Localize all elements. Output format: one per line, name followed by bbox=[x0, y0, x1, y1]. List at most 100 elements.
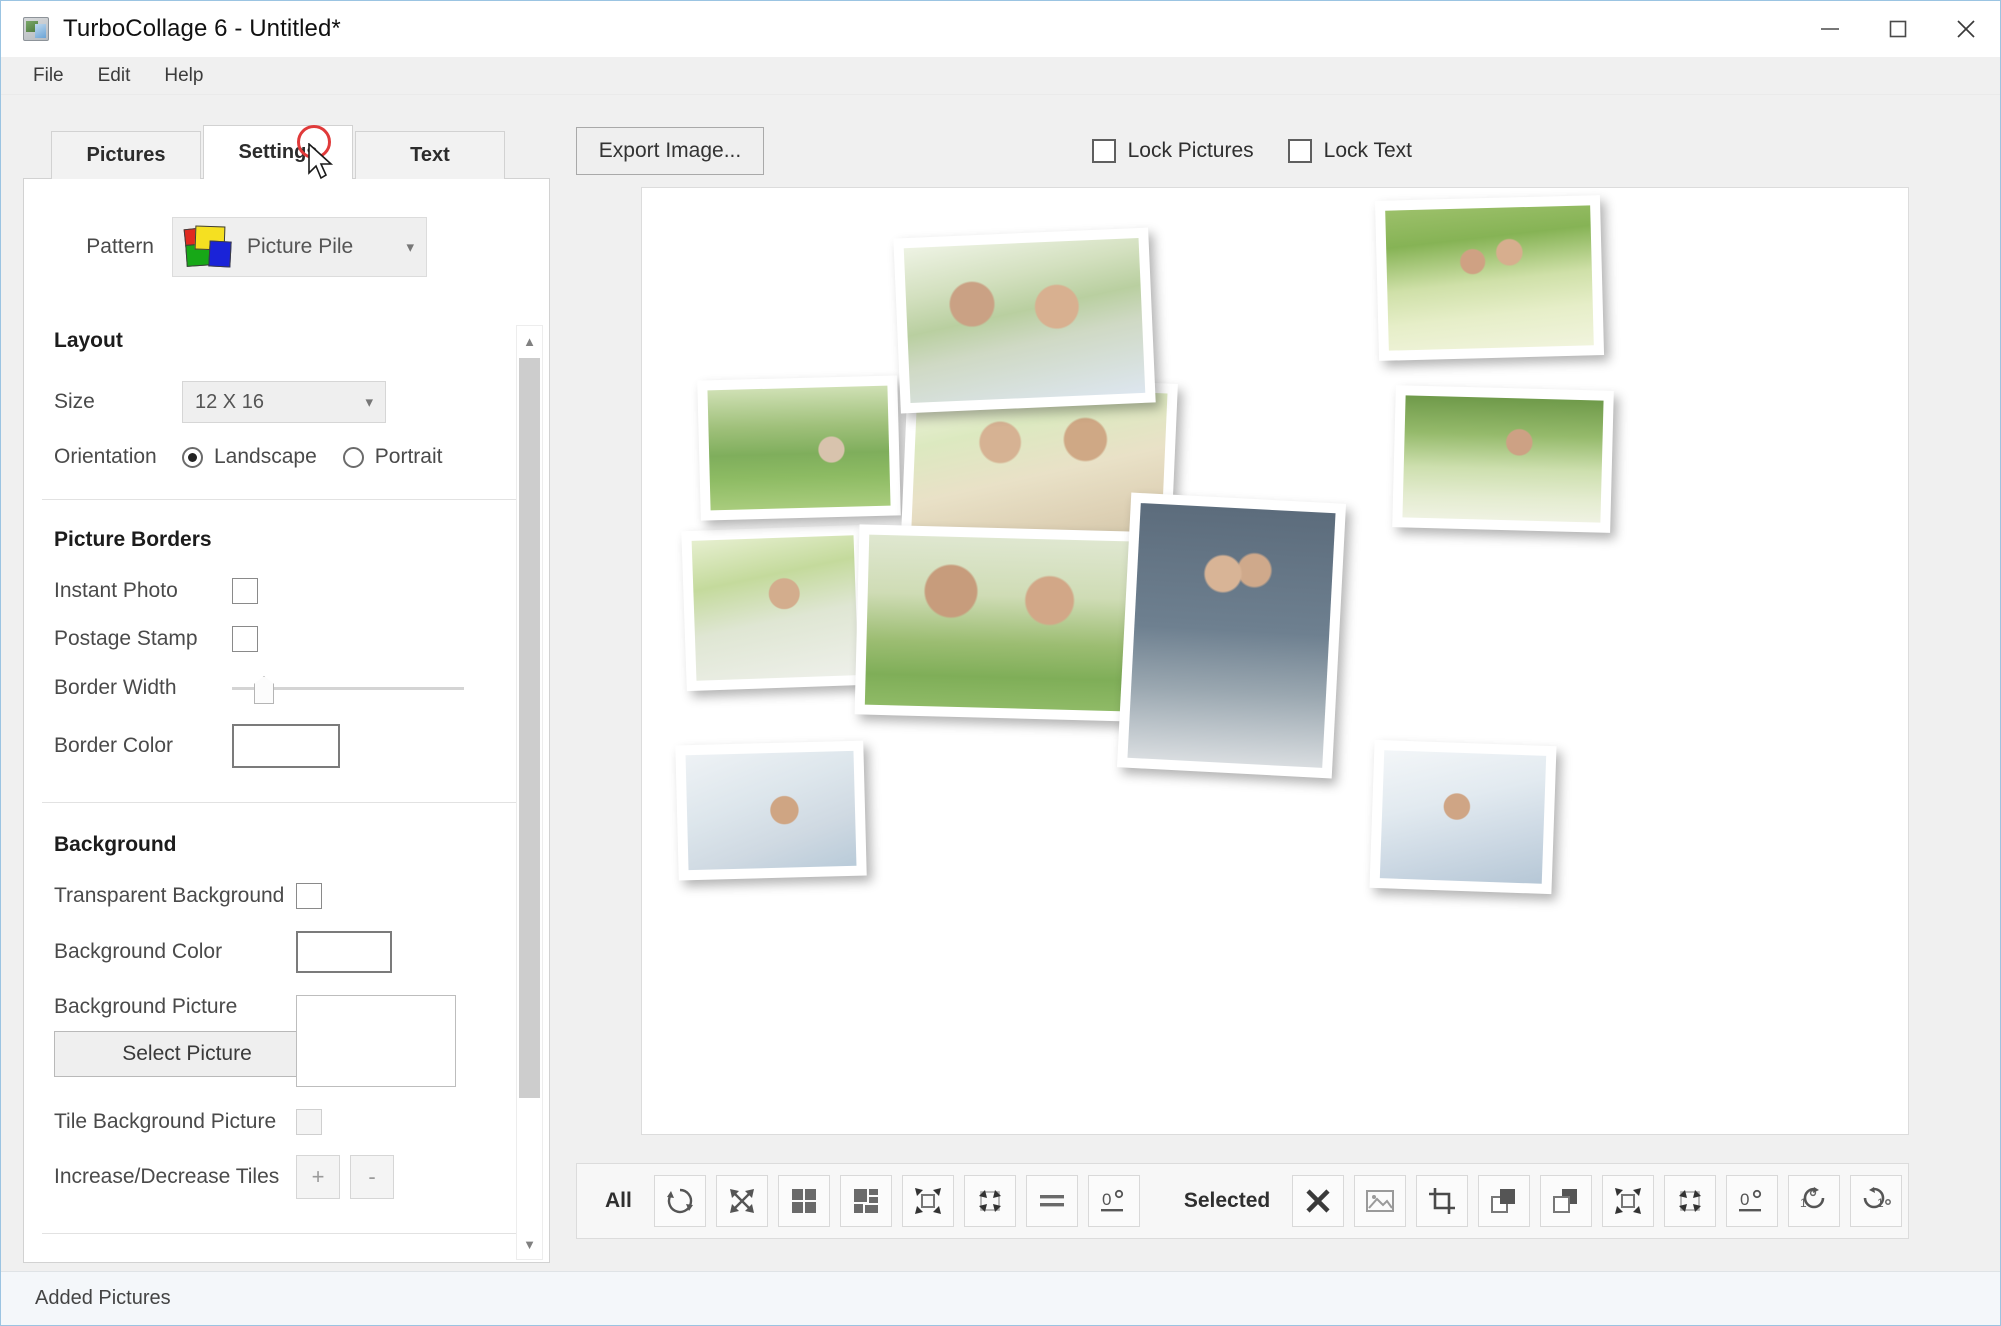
postage-stamp-checkbox[interactable] bbox=[232, 626, 258, 652]
expand-out-icon[interactable] bbox=[1602, 1175, 1655, 1227]
divider-background bbox=[42, 1233, 531, 1234]
left-panel: Pictures Settings Text Pattern Picture P… bbox=[23, 125, 550, 1263]
lock-text-checkbox[interactable] bbox=[1287, 139, 1312, 163]
crop-icon[interactable] bbox=[1416, 1175, 1469, 1227]
tile-background-label: Tile Background Picture bbox=[54, 1110, 277, 1133]
background-section-title: Background bbox=[54, 833, 177, 856]
photo-image bbox=[1402, 395, 1604, 523]
orientation-portrait-label: Portrait bbox=[374, 445, 443, 468]
pattern-select[interactable]: Picture Pile ▾ bbox=[172, 217, 427, 277]
pattern-value: Picture Pile bbox=[247, 235, 354, 258]
svg-text:0: 0 bbox=[1740, 1190, 1749, 1209]
scrollbar-thumb[interactable] bbox=[519, 358, 540, 1098]
background-color-label: Background Color bbox=[54, 940, 223, 963]
collapse-in-icon[interactable] bbox=[1664, 1175, 1717, 1227]
postage-stamp-row: Postage Stamp bbox=[24, 626, 549, 652]
collage-photo[interactable] bbox=[681, 524, 869, 692]
background-picture-row: Background Picture Select Picture bbox=[24, 995, 549, 1087]
instant-photo-checkbox[interactable] bbox=[232, 578, 258, 604]
tab-text[interactable]: Text bbox=[355, 131, 505, 179]
tiles-count-row: Increase/Decrease Tiles + - bbox=[24, 1155, 549, 1199]
collage-photo[interactable] bbox=[1369, 739, 1557, 895]
border-color-label: Border Color bbox=[54, 734, 174, 757]
photo-image bbox=[1379, 750, 1547, 884]
all-group-label: All bbox=[605, 1189, 632, 1212]
collage-photo[interactable] bbox=[893, 227, 1156, 414]
status-text: Added Pictures bbox=[35, 1287, 171, 1309]
select-picture-button[interactable]: Select Picture bbox=[54, 1031, 320, 1077]
lock-pictures-option[interactable]: Lock Pictures bbox=[1091, 139, 1254, 163]
decrease-tiles-button[interactable]: - bbox=[350, 1155, 394, 1199]
collapse-in-icon[interactable] bbox=[963, 1175, 1016, 1227]
orientation-row: Orientation Landscape Portrait bbox=[24, 445, 549, 469]
divider-borders bbox=[42, 802, 531, 803]
collage-photo[interactable] bbox=[1116, 492, 1347, 779]
rotate-zero-icon[interactable]: 0 bbox=[1726, 1175, 1779, 1227]
svg-text:0: 0 bbox=[1102, 1190, 1111, 1209]
top-toolbar: Export Image... Lock Pictures Lock Text bbox=[576, 123, 1972, 179]
lock-options: Lock Pictures Lock Text bbox=[1091, 139, 1412, 163]
grid-equal-icon[interactable] bbox=[777, 1175, 830, 1227]
bring-to-front-icon[interactable] bbox=[1478, 1175, 1531, 1227]
turbocollage-window: TurboCollage 6 - Untitled* File Edit Hel… bbox=[0, 0, 2001, 1326]
equal-lines-icon[interactable] bbox=[1025, 1175, 1078, 1227]
collage-photo[interactable] bbox=[1392, 385, 1614, 533]
collage-canvas[interactable] bbox=[641, 187, 1909, 1135]
transparent-background-checkbox[interactable] bbox=[296, 883, 322, 909]
lock-text-option[interactable]: Lock Text bbox=[1287, 139, 1412, 163]
collage-photo[interactable] bbox=[854, 524, 1140, 722]
photo-image bbox=[685, 750, 857, 871]
slider-thumb[interactable] bbox=[254, 676, 274, 704]
size-select[interactable]: 12 X 16 ▾ bbox=[182, 381, 386, 423]
orientation-landscape[interactable]: Landscape bbox=[182, 445, 317, 469]
rotate-zero-icon[interactable]: 0 bbox=[1087, 1175, 1140, 1227]
postage-stamp-label: Postage Stamp bbox=[54, 627, 198, 650]
pattern-row: Pattern Picture Pile ▾ bbox=[24, 179, 549, 277]
scroll-up-arrow-icon[interactable]: ▲ bbox=[517, 326, 542, 356]
menu-file[interactable]: File bbox=[19, 60, 78, 92]
increase-tiles-button[interactable]: + bbox=[296, 1155, 340, 1199]
transparent-background-row: Transparent Background bbox=[24, 883, 549, 909]
transparent-background-label: Transparent Background bbox=[54, 884, 285, 907]
background-picture-preview[interactable] bbox=[296, 995, 456, 1087]
grid-mixed-icon[interactable] bbox=[839, 1175, 892, 1227]
border-color-swatch[interactable] bbox=[232, 724, 340, 768]
background-picture-label: Background Picture bbox=[54, 995, 238, 1018]
lock-pictures-checkbox[interactable] bbox=[1091, 139, 1116, 163]
tile-background-row: Tile Background Picture bbox=[24, 1109, 549, 1135]
shuffle-refresh-icon[interactable] bbox=[653, 1175, 706, 1227]
title-bar-left: TurboCollage 6 - Untitled* bbox=[1, 15, 341, 43]
picture-pile-icon bbox=[183, 224, 235, 270]
send-to-back-icon[interactable] bbox=[1540, 1175, 1593, 1227]
background-color-swatch[interactable] bbox=[296, 931, 392, 973]
close-button[interactable] bbox=[1932, 1, 2000, 57]
collage-photo[interactable] bbox=[675, 740, 867, 881]
delete-x-icon[interactable] bbox=[1292, 1175, 1345, 1227]
maximize-button[interactable] bbox=[1864, 1, 1932, 57]
expand-out-icon[interactable] bbox=[901, 1175, 954, 1227]
photo-image bbox=[707, 385, 891, 511]
collage-photo[interactable] bbox=[1374, 195, 1605, 361]
collage-photo[interactable] bbox=[697, 375, 901, 521]
tab-pictures[interactable]: Pictures bbox=[51, 131, 201, 179]
tiles-count-label: Increase/Decrease Tiles bbox=[54, 1165, 280, 1188]
expand-arrows-icon[interactable] bbox=[715, 1175, 768, 1227]
mouse-cursor-icon bbox=[308, 143, 334, 180]
title-bar: TurboCollage 6 - Untitled* bbox=[1, 1, 2000, 57]
export-image-button[interactable]: Export Image... bbox=[576, 127, 764, 175]
border-width-slider[interactable] bbox=[232, 676, 464, 704]
scroll-down-arrow-icon[interactable]: ▼ bbox=[517, 1229, 542, 1259]
instant-photo-row: Instant Photo bbox=[24, 578, 549, 604]
rotate-right-icon[interactable]: 1 bbox=[1850, 1175, 1903, 1227]
picture-borders-section-title: Picture Borders bbox=[54, 528, 212, 551]
orientation-portrait[interactable]: Portrait bbox=[342, 445, 443, 469]
size-value: 12 X 16 bbox=[195, 390, 264, 413]
pattern-label: Pattern bbox=[86, 235, 154, 258]
tile-background-checkbox[interactable] bbox=[296, 1109, 322, 1135]
minimize-button[interactable] bbox=[1796, 1, 1864, 57]
menu-edit[interactable]: Edit bbox=[84, 60, 145, 92]
menu-help[interactable]: Help bbox=[150, 60, 217, 92]
settings-scrollbar[interactable]: ▲ ▼ bbox=[516, 325, 543, 1260]
rotate-left-icon[interactable]: 1 bbox=[1788, 1175, 1841, 1227]
replace-image-icon[interactable] bbox=[1354, 1175, 1407, 1227]
